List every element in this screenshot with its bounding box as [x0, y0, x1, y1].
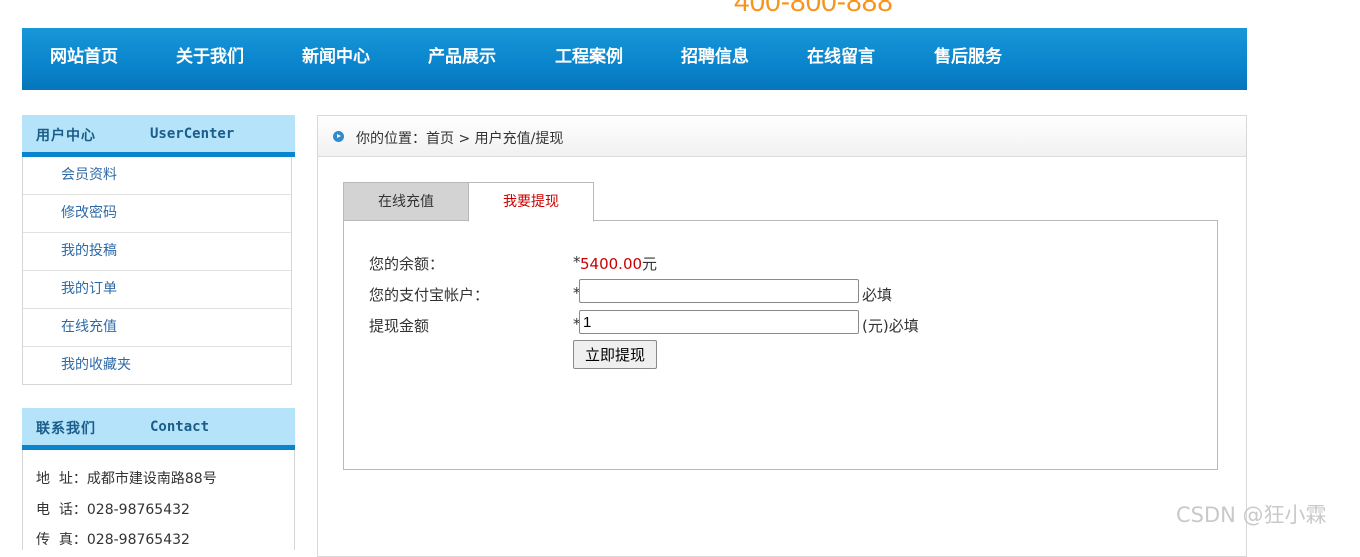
breadcrumb-home-link[interactable]: 首页 — [426, 131, 454, 147]
breadcrumb-text: 你的位置：首页 > 用户充值/提现 — [356, 128, 563, 148]
breadcrumb-current: 用户充值/提现 — [474, 131, 564, 147]
tab-online-recharge[interactable]: 在线充值 — [343, 182, 469, 222]
contact-header: 联系我们 Contact — [22, 408, 295, 450]
balance-unit: 元 — [642, 255, 658, 273]
main-content: 你的位置：首页 > 用户充值/提现 在线充值 我要提现 您的余额： * 5400… — [317, 115, 1247, 557]
withdraw-panel: 您的余额： * 5400.00元 您的支付宝帐户： * 必填 提现金额 * (元… — [343, 220, 1218, 470]
balance-value: 5400.00元 — [580, 253, 657, 274]
sidebar-item-favorites[interactable]: 我的收藏夹 — [23, 347, 291, 384]
contact-address: 地 址：成都市建设南路88号 — [36, 471, 217, 487]
breadcrumb-separator: > — [454, 131, 475, 147]
nav-item-service[interactable]: 售后服务 — [934, 28, 1002, 90]
breadcrumb-prefix: 你的位置： — [356, 131, 426, 147]
alipay-required-hint: 必填 — [862, 286, 893, 304]
csdn-watermark: CSDN @狂小霖 — [1176, 503, 1327, 527]
contact-info: 地 址：成都市建设南路88号 电 话：028-98765432 传 真：028-… — [22, 450, 295, 550]
sidebar-item-recharge[interactable]: 在线充值 — [23, 309, 291, 347]
nav-item-home[interactable]: 网站首页 — [50, 28, 118, 90]
amount-label: 提现金额 — [369, 317, 430, 335]
amount-required-hint: (元)必填 — [862, 317, 919, 335]
contact-title: 联系我们 — [36, 421, 96, 437]
hotline-phone: 400-800-888 — [734, 0, 893, 17]
withdraw-amount-input[interactable] — [579, 310, 859, 334]
user-center-header: 用户中心 UserCenter — [22, 115, 295, 157]
sidebar-item-profile[interactable]: 会员资料 — [23, 157, 291, 195]
nav-item-message[interactable]: 在线留言 — [807, 28, 875, 90]
user-center-title: 用户中心 — [36, 128, 96, 144]
main-nav: 网站首页 关于我们 新闻中心 产品展示 工程案例 招聘信息 在线留言 售后服务 — [22, 28, 1247, 90]
balance-number: 5400.00 — [580, 255, 643, 273]
sidebar-item-submissions[interactable]: 我的投稿 — [23, 233, 291, 271]
nav-item-jobs[interactable]: 招聘信息 — [681, 28, 749, 90]
nav-item-about[interactable]: 关于我们 — [176, 28, 244, 90]
contact-title-en: Contact — [150, 419, 210, 435]
alipay-label: 您的支付宝帐户： — [369, 286, 490, 304]
contact-phone: 电 话：028-98765432 — [36, 502, 190, 518]
sidebar-item-password[interactable]: 修改密码 — [23, 195, 291, 233]
nav-item-products[interactable]: 产品展示 — [428, 28, 496, 90]
tab-withdraw[interactable]: 我要提现 — [468, 182, 594, 222]
balance-label: 您的余额： — [369, 255, 445, 273]
user-center-menu: 会员资料 修改密码 我的投稿 我的订单 在线充值 我的收藏夹 — [22, 157, 292, 385]
nav-item-news[interactable]: 新闻中心 — [302, 28, 370, 90]
breadcrumb: 你的位置：首页 > 用户充值/提现 — [318, 116, 1246, 157]
withdraw-submit-button[interactable]: 立即提现 — [573, 340, 657, 369]
user-center-title-en: UserCenter — [150, 126, 235, 142]
sidebar-item-orders[interactable]: 我的订单 — [23, 271, 291, 309]
nav-item-cases[interactable]: 工程案例 — [555, 28, 623, 90]
arrow-circle-icon — [333, 131, 344, 142]
alipay-account-input[interactable] — [579, 279, 859, 303]
contact-fax: 传 真：028-98765432 — [36, 532, 190, 548]
